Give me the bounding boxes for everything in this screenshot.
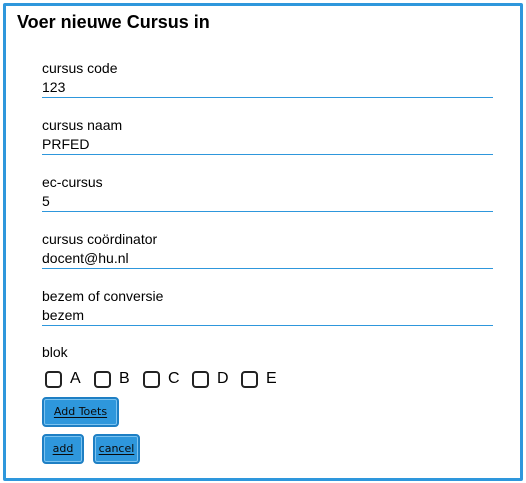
blok-option-b: B xyxy=(94,370,133,388)
field-ec-cursus: ec-cursus 5 xyxy=(42,174,493,212)
page-title: Voer nieuwe Cursus in xyxy=(17,12,210,32)
blok-checkbox-e[interactable] xyxy=(241,370,258,388)
field-label: ec-cursus xyxy=(42,174,103,190)
blok-option-label: D xyxy=(217,370,229,387)
blok-label: blok xyxy=(42,344,68,360)
blok-checkbox-d[interactable] xyxy=(192,370,209,388)
field-label: cursus naam xyxy=(42,117,123,133)
blok-checkbox-b[interactable] xyxy=(94,370,111,388)
field-cursus-coordinator: cursus coördinator docent@hu.nl xyxy=(42,231,493,269)
field-cursus-code: cursus code 123 xyxy=(42,60,493,98)
blok-option-d: D xyxy=(192,370,231,388)
cursus-coordinator-input[interactable]: docent@hu.nl xyxy=(42,250,493,269)
blok-option-label: A xyxy=(70,370,81,387)
field-bezem-of-conversie: bezem of conversie bezem xyxy=(42,288,493,326)
blok-checkbox-a[interactable] xyxy=(45,370,62,388)
blok-option-e: E xyxy=(241,370,280,388)
blok-option-label: E xyxy=(266,370,277,387)
cancel-button[interactable]: cancel xyxy=(93,434,140,464)
blok-option-c: C xyxy=(143,370,182,388)
blok-checkbox-c[interactable] xyxy=(143,370,160,388)
field-cursus-naam: cursus naam PRFED xyxy=(42,117,493,155)
field-label: cursus coördinator xyxy=(42,231,158,247)
add-button[interactable]: add xyxy=(42,434,84,464)
blok-option-a: A xyxy=(45,370,84,388)
blok-option-label: C xyxy=(168,370,180,387)
cursus-code-input[interactable]: 123 xyxy=(42,79,493,98)
form-container: Voer nieuwe Cursus in cursus code 123 cu… xyxy=(3,3,523,481)
blok-checkbox-group: A B C D E xyxy=(45,368,290,390)
field-label: cursus code xyxy=(42,60,118,76)
bezem-of-conversie-input[interactable]: bezem xyxy=(42,307,493,326)
field-label: bezem of conversie xyxy=(42,288,164,304)
ec-cursus-input[interactable]: 5 xyxy=(42,193,493,212)
add-toets-button[interactable]: Add Toets xyxy=(42,397,119,427)
cursus-naam-input[interactable]: PRFED xyxy=(42,136,493,155)
blok-option-label: B xyxy=(119,370,130,387)
